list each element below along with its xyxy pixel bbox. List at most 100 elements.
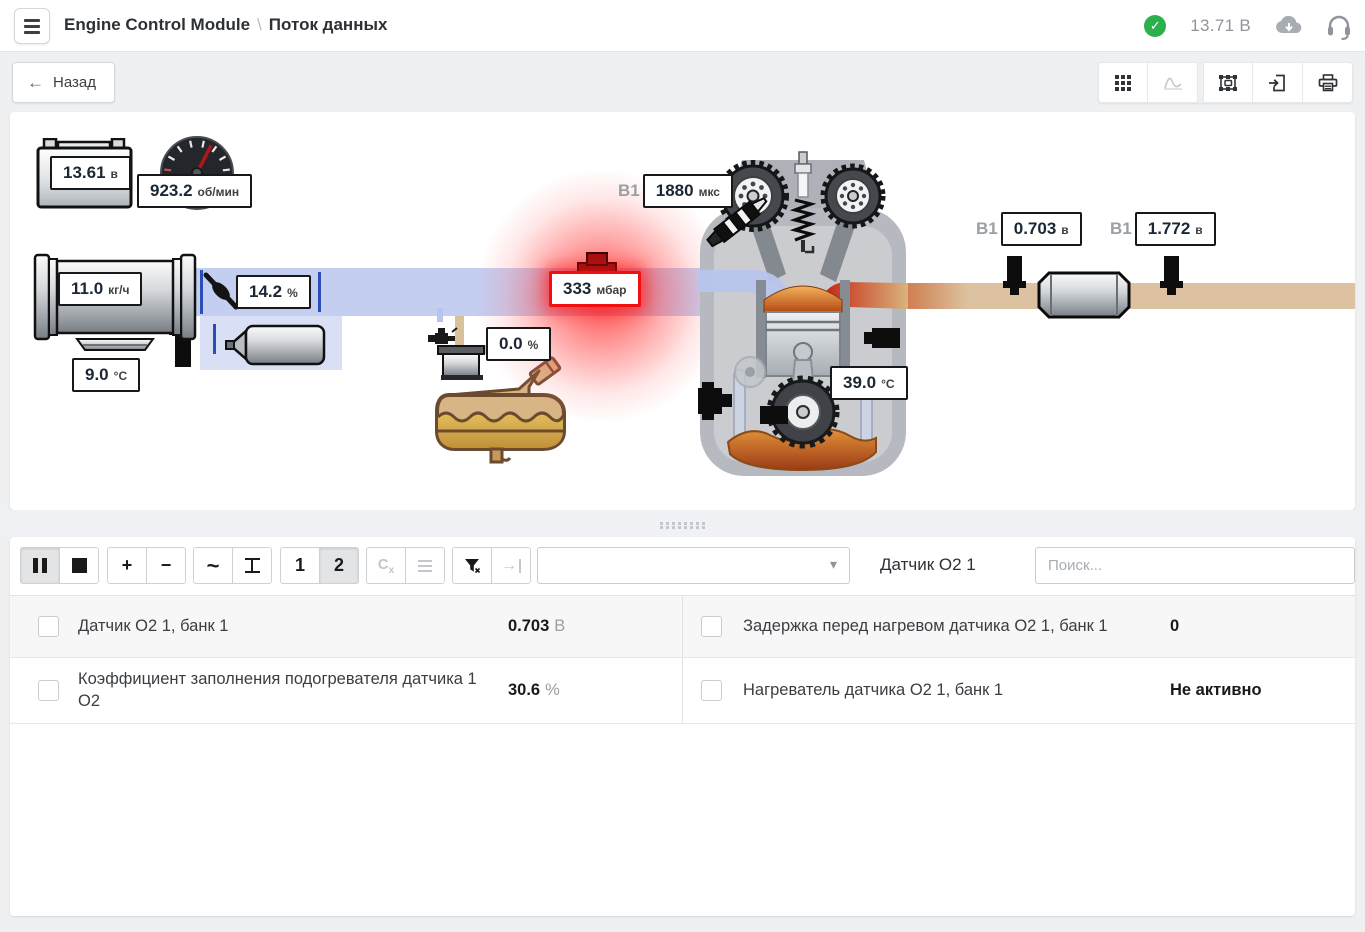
intake-air-temp-box[interactable]: 9.0°C [72,358,140,392]
clear-selection-button[interactable]: Cx [366,547,406,584]
parameters-panel: + − ~ 1 2 Cx → ▾ Датчик O2 1 Датчик O2 1… [10,537,1355,916]
parameter-value: 0.703В [508,617,565,636]
minus-icon: − [161,555,172,576]
back-label: Назад [53,74,96,91]
plus-icon: + [122,555,133,576]
parameter-name: Нагреватель датчика O2 1, банк 1 [743,680,1003,702]
export-document-icon [1268,74,1287,92]
row-checkbox[interactable] [701,680,722,701]
module-title: Engine Control Module [64,15,250,34]
o2-sensor-2-reading: B1 1.772в [1110,212,1216,246]
hamburger-icon [24,19,40,22]
chart-curve-icon [1163,75,1183,91]
manifold-pressure-box[interactable]: 333мбар [549,271,641,307]
range-icon [245,558,260,573]
parameter-name: Датчик O2 1, банк 1 [78,616,228,638]
battery-voltage-status: 13.71 В [1190,16,1251,36]
top-bar: Engine Control Module \ Поток данных ✓ 13.… [0,0,1365,52]
selection-group: Cx [366,547,445,584]
row-checkbox[interactable] [701,616,722,637]
coolant-temp-box[interactable]: 39.0°C [830,366,908,400]
throttle-box[interactable]: 14.2% [236,275,311,309]
map-sensor-illustration [573,251,621,273]
export-button[interactable] [1253,62,1303,103]
table-row[interactable]: Задержка перед нагревом датчика O2 1, ба… [683,596,1355,658]
row-checkbox[interactable] [38,680,59,701]
bank-tag: B1 [976,219,998,239]
bank-tag: B1 [618,181,640,201]
schema-view-button[interactable] [1203,62,1253,103]
view-toolbar [1098,62,1353,103]
air-filter-illustration [33,253,197,369]
o2-sensor-1-box[interactable]: 0.703в [1001,212,1082,246]
graph-mode-button[interactable]: ~ [193,547,233,584]
parameter-value: 30.6% [508,681,560,700]
filter-group: → [452,547,531,584]
parameter-name: Задержка перед нагревом датчика O2 1, ба… [743,616,1108,638]
table-row[interactable]: Нагреватель датчика O2 1, банк 1 Не акти… [683,658,1355,724]
grid-icon [1115,75,1119,79]
cloud-sync-icon[interactable] [1275,16,1303,36]
data-stream-diagram: 13.61в 923.2об/мин [10,112,1355,510]
purge-valve-box[interactable]: 0.0% [486,327,551,361]
o2-sensor-1-reading: B1 0.703в [976,212,1082,246]
one-column-button[interactable]: 1 [280,547,320,584]
list-icon [418,565,432,567]
wave-icon: ~ [207,561,220,571]
page-title: Engine Control Module \ Поток данных [64,15,387,35]
o2-sensor-2-box[interactable]: 1.772в [1135,212,1216,246]
table-row[interactable]: Датчик O2 1, банк 1 0.703В [10,596,683,658]
pause-button[interactable] [20,547,60,584]
add-button[interactable]: + [107,547,147,584]
remove-button[interactable]: − [146,547,186,584]
back-arrow-icon: ← [27,73,44,93]
splitter-grip-icon [660,522,663,525]
parameter-group-select[interactable]: ▾ [537,547,850,584]
back-button[interactable]: ← Назад [12,62,115,103]
parameters-table: Датчик O2 1, банк 1 0.703В Задержка пере… [10,595,1355,724]
headset-icon[interactable] [1327,13,1351,40]
chevron-down-icon: ▾ [830,556,837,573]
grid-view-button[interactable] [1098,62,1148,103]
schema-region-icon [1218,74,1238,92]
bank-tag: B1 [1110,219,1132,239]
table-row[interactable]: Коэффициент заполнения подогревателя дат… [10,658,683,724]
panel-splitter[interactable] [0,510,1365,537]
parameter-value: 0 [1170,617,1184,636]
battery-voltage-box[interactable]: 13.61в [50,156,131,190]
display-mode-group: ~ [193,547,272,584]
clear-filter-button[interactable] [452,547,492,584]
parameter-name: Коэффициент заполнения подогревателя дат… [78,669,478,713]
o2-sensor-2-plug [1160,256,1184,296]
o2-sensor-1-plug [1003,256,1027,296]
print-button[interactable] [1303,62,1353,103]
row-checkbox[interactable] [38,616,59,637]
arrow-to-bar-icon: → [501,559,521,573]
playback-group [20,547,99,584]
pause-icon [33,558,47,573]
injector-box[interactable]: 1880мкс [643,174,733,208]
idle-air-valve-illustration [222,323,328,367]
injector-reading: B1 1880мкс [618,174,733,208]
two-columns-button[interactable]: 2 [319,547,359,584]
subpage-title: Поток данных [269,15,388,34]
stop-button[interactable] [59,547,99,584]
parameter-value: Не активно [1170,681,1267,700]
breadcrumb-separator: \ [257,15,262,34]
chart-view-button[interactable] [1148,62,1198,103]
goto-button[interactable]: → [491,547,531,584]
scale-range-button[interactable] [232,547,272,584]
maf-box[interactable]: 11.0кг/ч [58,272,142,306]
zoom-group: + − [107,547,186,584]
catalytic-converter-illustration [1036,270,1132,320]
menu-button[interactable] [14,8,50,44]
clear-icon: Cx [378,556,394,576]
stop-icon [72,558,87,573]
connection-status-icon: ✓ [1144,15,1166,37]
rpm-box[interactable]: 923.2об/мин [137,174,252,208]
search-input[interactable] [1035,547,1355,584]
columns-group: 1 2 [280,547,359,584]
filter-x-icon [464,558,481,574]
selected-group-label: Датчик O2 1 [880,555,976,575]
list-button[interactable] [405,547,445,584]
